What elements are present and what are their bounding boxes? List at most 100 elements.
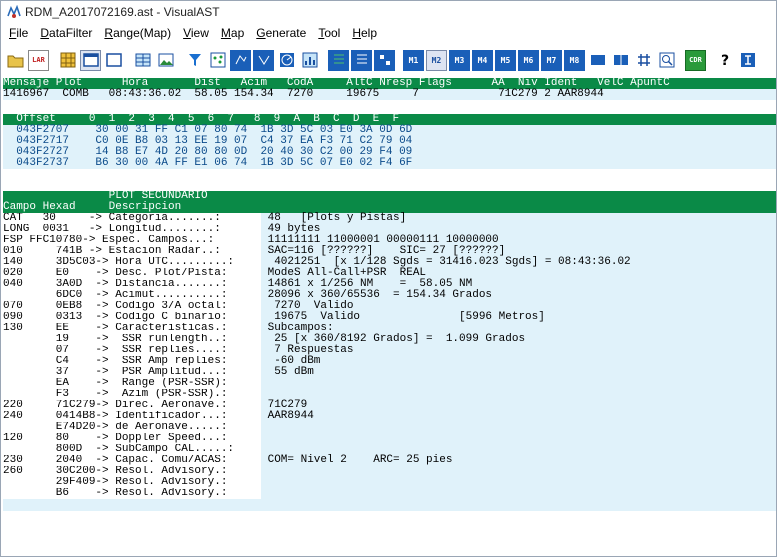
m7-button[interactable]: M7	[541, 49, 562, 71]
field-code-description: 240 0414B8-> Identificador...:	[3, 411, 228, 422]
field-row[interactable]: 240 0414B8-> Identificador...: AAR8944	[3, 411, 776, 422]
field-value	[261, 488, 776, 499]
layout-1-button[interactable]	[587, 50, 608, 71]
search-icon	[659, 52, 674, 68]
menu-range-map[interactable]: Range(Map)	[98, 23, 177, 43]
field-code-description: F3 -> Azim (PSR-SSR).:	[3, 389, 228, 400]
plot-data-row[interactable]: 1416967 COMB 08:43:36.02 58.05 154.34 72…	[3, 89, 776, 100]
secondary-plot-panel: PLOT SECUNDARIO Campo Hexad Descripcion …	[3, 191, 776, 511]
field-row[interactable]: 230 2040 -> Capac. Comu/ACAS: COM= Nivel…	[3, 455, 776, 466]
hex-dump-panel: Offset 0 1 2 3 4 5 6 7 8 9 A B C D E F 0…	[3, 114, 776, 169]
scatter-icon	[210, 52, 225, 68]
field-value: 7 Respuestas	[261, 345, 776, 356]
menu-help[interactable]: Help	[346, 23, 383, 43]
radar-button[interactable]	[276, 50, 297, 71]
grid-icon	[60, 52, 75, 68]
secondary-footer	[3, 499, 776, 511]
menu-datafilter[interactable]: DataFilter	[34, 23, 98, 43]
field-code-description: LONG 0031 -> Longitud........:	[3, 224, 221, 235]
export-icon	[331, 53, 346, 67]
map-button-1[interactable]	[230, 49, 251, 71]
field-code-description: 040 3A0D -> Distancia.......:	[3, 279, 228, 290]
help-button[interactable]: ?	[714, 50, 735, 71]
field-code-description: 07 -> SSR replies....:	[3, 345, 228, 356]
field-value: 19675 Valido [5996 Metros]	[261, 312, 776, 323]
table-button[interactable]	[132, 50, 153, 71]
m6-button[interactable]: M6	[518, 49, 539, 71]
field-code-description: 37 -> PSR Amplitud...:	[3, 367, 228, 378]
m4-button[interactable]: M4	[472, 49, 493, 71]
field-code-description: B6 -> Resol. Advisory.:	[3, 488, 228, 499]
field-row[interactable]: C4 -> SSR Amp replies: -60 dBm	[3, 356, 776, 367]
field-code-description: 230 2040 -> Capac. Comu/ACAS:	[3, 455, 228, 466]
hex-row: 043F2737 B6 30 00 4A FF E1 06 74 1B 3D 5…	[3, 158, 776, 169]
image-button[interactable]	[155, 50, 176, 71]
menu-view[interactable]: View	[177, 23, 215, 43]
field-code-description: 010 741B -> Estacion Radar..:	[3, 246, 221, 257]
window-title: RDM_A2017072169.ast - VisualAST	[25, 5, 220, 19]
about-button[interactable]	[737, 50, 758, 71]
field-row[interactable]: 090 0313 -> Codigo C binario: 19675 Vali…	[3, 312, 776, 323]
window-view-button[interactable]	[80, 49, 101, 71]
open-file-button[interactable]	[5, 50, 26, 71]
field-row[interactable]: 260 30C200-> Resol. Advisory.:	[3, 466, 776, 477]
layout-icon	[590, 55, 605, 65]
field-row[interactable]: 120 80 -> Doppler Speed...:	[3, 433, 776, 444]
m3-button[interactable]: M3	[449, 49, 470, 71]
lar-button[interactable]: LAR	[28, 49, 49, 71]
export-1-button[interactable]	[328, 49, 349, 71]
m8-button[interactable]: M8	[564, 49, 585, 71]
field-row[interactable]: B6 -> Resol. Advisory.:	[3, 488, 776, 499]
visualast-window: RDM_A2017072169.ast - VisualAST File Dat…	[0, 0, 777, 557]
field-value: 71C279	[261, 400, 776, 411]
field-row[interactable]: 220 71C279-> Direc. Aeronave.: 71C279	[3, 400, 776, 411]
map-button-2[interactable]	[253, 49, 274, 71]
panel-icon	[105, 53, 122, 67]
svg-text:?: ?	[721, 53, 729, 68]
field-value	[261, 477, 776, 488]
field-row[interactable]: CAT 30 -> Categoria.......: 48 [Plots y …	[3, 213, 776, 224]
field-row[interactable]: 07 -> SSR replies....: 7 Respuestas	[3, 345, 776, 356]
m1-button[interactable]: M1	[403, 49, 424, 71]
export-2-button[interactable]	[351, 49, 372, 71]
field-row[interactable]: 29F409-> Resol. Advisory.:	[3, 477, 776, 488]
hash-grid-button[interactable]	[633, 50, 654, 71]
info-icon	[740, 53, 755, 67]
table-icon	[135, 53, 150, 67]
layout-2-button[interactable]	[610, 50, 631, 71]
app-logo-icon	[7, 4, 21, 19]
field-row[interactable]: 19 -> SSR runlength..: 25 [x 360/8192 Gr…	[3, 334, 776, 345]
grid-view-button[interactable]	[57, 50, 78, 71]
menu-generate[interactable]: Generate	[250, 23, 312, 43]
scatter-button[interactable]	[207, 50, 228, 71]
export-3-button[interactable]	[374, 49, 395, 71]
field-code-description: 6DC0 -> Acimut..........:	[3, 290, 228, 301]
menu-file[interactable]: File	[3, 23, 34, 43]
field-value	[261, 378, 776, 389]
stats-button[interactable]	[299, 50, 320, 71]
export-grid-icon	[377, 53, 392, 67]
field-row[interactable]: 6DC0 -> Acimut..........: 28096 x 360/65…	[3, 290, 776, 301]
menu-tool[interactable]: Tool	[312, 23, 346, 43]
secondary-field-list: CAT 30 -> Categoria.......: 48 [Plots y …	[3, 213, 776, 499]
field-value: 48 [Plots y Pistas]	[261, 213, 776, 224]
field-code-description: 120 80 -> Doppler Speed...:	[3, 433, 228, 444]
image-icon	[158, 53, 173, 67]
cdr-button[interactable]: CDR	[685, 49, 706, 71]
field-row[interactable]: EA -> Range (PSR-SSR):	[3, 378, 776, 389]
field-value: -60 dBm	[261, 356, 776, 367]
m5-button[interactable]: M5	[495, 49, 516, 71]
field-code-description: 220 71C279-> Direc. Aeronave.:	[3, 400, 228, 411]
field-code-description: 070 0EB8 -> Codigo 3/A octal:	[3, 301, 228, 312]
hash-grid-icon	[637, 54, 650, 66]
field-row[interactable]: F3 -> Azim (PSR-SSR).:	[3, 389, 776, 400]
field-code-description: EA -> Range (PSR-SSR):	[3, 378, 228, 389]
field-row[interactable]: E74D20-> de Aeronave.....:	[3, 422, 776, 433]
panel-view-button[interactable]	[103, 50, 124, 71]
filter-button[interactable]	[184, 50, 205, 71]
window-icon	[82, 53, 99, 67]
search-button[interactable]	[656, 50, 677, 71]
m2-button[interactable]: M2	[426, 49, 447, 71]
menu-map[interactable]: Map	[215, 23, 250, 43]
field-row[interactable]: 37 -> PSR Amplitud...: 55 dBm	[3, 367, 776, 378]
